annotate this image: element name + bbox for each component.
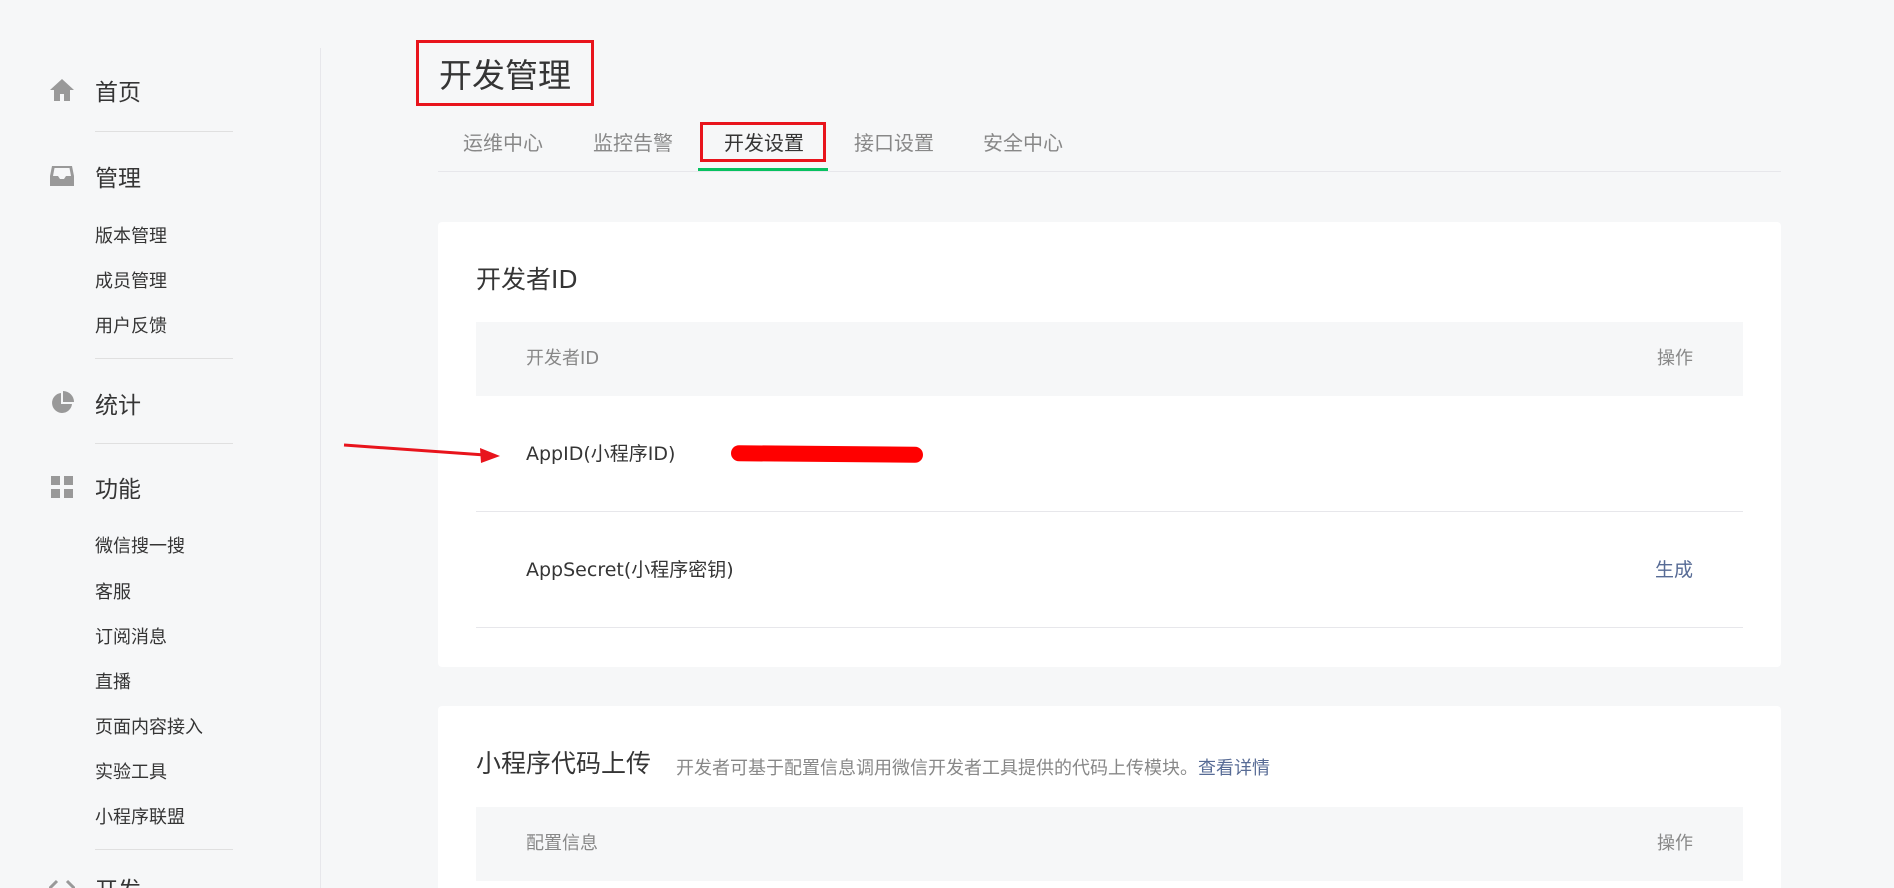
developer-id-title: 开发者ID: [476, 265, 578, 294]
sidebar-item-content[interactable]: 页面内容接入: [95, 715, 203, 741]
code-upload-description: 开发者可基于配置信息调用微信开发者工具提供的代码上传模块。查看详情: [676, 754, 1270, 780]
column-header-id: 开发者ID: [526, 348, 600, 369]
nav-features-label: 功能: [95, 477, 141, 503]
sidebar: 首页 管理 版本管理 成员管理 用户反馈 统计 功能 微信搜一搜 客服 订阅消息…: [0, 0, 320, 888]
sidebar-item-feedback[interactable]: 用户反馈: [95, 314, 167, 340]
redacted-appid-value: [730, 445, 924, 463]
developer-id-card: 开发者ID 开发者ID 操作 AppID(小程序ID) AppSecret(小程…: [438, 222, 1781, 667]
tab-highlight-box: [700, 122, 826, 162]
sidebar-item-service[interactable]: 客服: [95, 580, 131, 606]
inbox-icon: [48, 162, 76, 190]
code-upload-title: 小程序代码上传: [476, 749, 652, 778]
sidebar-border: [320, 48, 321, 888]
divider: [95, 358, 233, 359]
divider: [95, 849, 233, 850]
tab-api-settings[interactable]: 接口设置: [854, 120, 934, 172]
appsecret-label: AppSecret(小程序密钥): [526, 559, 734, 581]
home-icon: [48, 76, 76, 104]
nav-manage-label: 管理: [95, 166, 141, 192]
tab-monitor[interactable]: 监控告警: [593, 120, 673, 172]
nav-features[interactable]: 功能: [48, 471, 141, 503]
generate-button[interactable]: 生成: [1655, 512, 1693, 628]
description-text: 开发者可基于配置信息调用微信开发者工具提供的代码上传模块。: [676, 758, 1198, 779]
tab-ops[interactable]: 运维中心: [463, 120, 543, 172]
code-icon: [48, 874, 76, 888]
divider: [95, 443, 233, 444]
column-header-config: 配置信息: [526, 833, 598, 854]
sidebar-item-search[interactable]: 微信搜一搜: [95, 534, 185, 560]
nav-dev[interactable]: 开发: [48, 872, 141, 888]
grid-icon: [48, 473, 76, 501]
sidebar-item-live[interactable]: 直播: [95, 670, 131, 696]
table-row-appid: AppID(小程序ID): [476, 396, 1743, 512]
sidebar-item-lab[interactable]: 实验工具: [95, 760, 167, 786]
page-title: 开发管理: [416, 40, 594, 106]
tab-bar: 运维中心 监控告警 开发设置 接口设置 安全中心: [438, 120, 1781, 172]
code-upload-card: 小程序代码上传 配置信息 操作: [438, 706, 1781, 888]
column-header-config-action: 操作: [1657, 833, 1693, 854]
nav-home-label: 首页: [95, 80, 141, 106]
divider: [95, 131, 233, 132]
appid-label: AppID(小程序ID): [526, 443, 676, 465]
sidebar-item-version[interactable]: 版本管理: [95, 224, 167, 250]
developer-id-table-header: 开发者ID 操作: [476, 322, 1743, 396]
nav-stats[interactable]: 统计: [48, 387, 141, 419]
pie-chart-icon: [48, 389, 76, 417]
sidebar-item-subscribe[interactable]: 订阅消息: [95, 625, 167, 651]
nav-stats-label: 统计: [95, 393, 141, 419]
view-details-link[interactable]: 查看详情: [1198, 758, 1270, 779]
tab-active-indicator: [698, 168, 828, 171]
nav-home[interactable]: 首页: [48, 74, 141, 106]
sidebar-item-alliance[interactable]: 小程序联盟: [95, 805, 185, 831]
table-row-appsecret: AppSecret(小程序密钥) 生成: [476, 512, 1743, 628]
tab-security[interactable]: 安全中心: [983, 120, 1063, 172]
column-header-action: 操作: [1657, 348, 1693, 369]
config-table-header: 配置信息 操作: [476, 807, 1743, 881]
nav-dev-label: 开发: [95, 871, 141, 888]
sidebar-item-members[interactable]: 成员管理: [95, 269, 167, 295]
nav-manage[interactable]: 管理: [48, 160, 141, 192]
annotation-arrow-icon: [343, 443, 500, 463]
